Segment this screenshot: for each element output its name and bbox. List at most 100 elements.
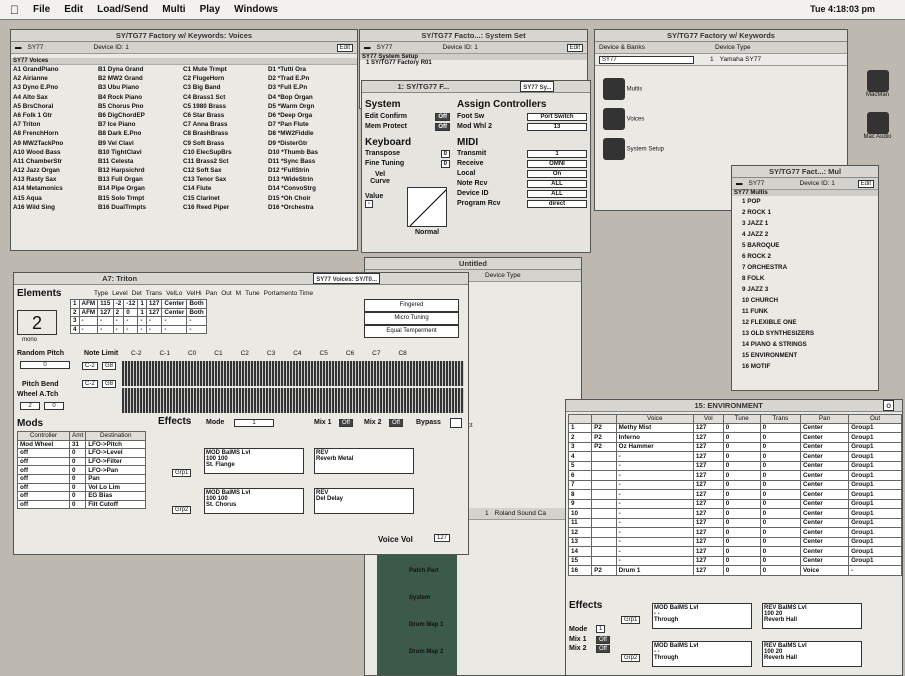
voice-cell[interactable]: 0	[722, 422, 761, 434]
voice-item[interactable]: C2 FlugeHorn	[183, 75, 268, 84]
rev-effect-block[interactable]: REV Del Delay	[314, 488, 414, 514]
element-cell[interactable]: Both	[186, 307, 207, 318]
voice-cell[interactable]: Group1	[848, 536, 902, 548]
voice-cell[interactable]: Group1	[848, 432, 902, 443]
voice-item[interactable]: C5 1980 Brass	[183, 103, 268, 112]
mod-cell[interactable]: LFO->Pitch	[85, 439, 147, 450]
voice-cell[interactable]: Center	[799, 508, 850, 519]
transmit-select[interactable]: 1	[527, 150, 587, 158]
voice-item[interactable]: D4 *Bop Organ	[268, 94, 353, 103]
voice-cell[interactable]: 0	[759, 479, 801, 491]
voice-cell[interactable]: 127	[692, 498, 724, 510]
voice-row[interactable]: 14-127 0 0 Center Group1	[567, 546, 902, 557]
edit-button[interactable]: Edit	[336, 43, 353, 52]
voice-cell[interactable]: Group1	[848, 470, 902, 481]
mod-cell[interactable]: Mod Wheel	[17, 439, 70, 450]
mod-effect-block[interactable]: MOD BalMS Lvl 100 100 St. Chorus	[204, 488, 304, 514]
voice-cell[interactable]: 0	[759, 470, 801, 481]
voice-cell[interactable]: 127	[692, 479, 724, 491]
voice-cell[interactable]: 0	[759, 555, 801, 567]
voice-cell[interactable]: Center	[799, 479, 850, 491]
multi-list-item[interactable]: 2 ROCK 1	[742, 207, 878, 218]
voice-item[interactable]: D15 *Oh Choir	[268, 195, 353, 204]
bypass-checkbox[interactable]	[450, 418, 462, 428]
element-cell[interactable]: -	[186, 316, 207, 326]
mod-cell[interactable]: off	[17, 482, 70, 493]
effect-mode-select[interactable]: 1	[596, 625, 606, 633]
value-field[interactable]: -	[365, 200, 373, 208]
multi-list-item[interactable]: 6 ROCK 2	[742, 251, 878, 262]
voice-cell[interactable]: Inferno	[615, 432, 694, 443]
element-row[interactable]: 1 AFM 115 -2 -12 1 127 Center Both	[70, 299, 207, 309]
fine-tuning-field[interactable]: 0	[440, 160, 450, 168]
multi-list-item[interactable]: 15 ENVIRONMENT	[742, 350, 878, 361]
voice-item[interactable]: A8 FrenchHorn	[13, 130, 98, 139]
rev-type[interactable]: Reverb Hall	[764, 617, 797, 623]
window-title[interactable]: Untitled	[365, 258, 581, 270]
voice-row[interactable]: 11-127 0 0 Center Group1	[567, 517, 902, 529]
rev-effect-block[interactable]: REV BalMS Lvl 100 20 Reverb Hall	[762, 641, 862, 667]
element-cell[interactable]: AFM	[78, 307, 99, 318]
note-limit-high-2[interactable]: G8	[102, 380, 117, 388]
voice-row[interactable]: 1 P2 Methy Mist 127 0 0 Center Group1	[567, 422, 902, 434]
element-cell[interactable]: -	[112, 324, 125, 335]
voice-cell[interactable]: 127	[692, 508, 724, 519]
receive-select[interactable]: OMNI	[527, 160, 587, 168]
voice-cell[interactable]: 127	[692, 527, 724, 538]
voice-item[interactable]: A10 Wood Bass	[13, 149, 98, 158]
voice-row[interactable]: 13-127 0 0 Center Group1	[567, 536, 902, 548]
mod-cell[interactable]: off	[17, 491, 70, 501]
voice-cell[interactable]: -	[615, 536, 694, 548]
element-cell[interactable]: -	[161, 316, 188, 326]
mod-effect-block[interactable]: MOD BalMS Lvl 100 100 St. Flange	[204, 448, 304, 474]
mod-cell[interactable]: off	[17, 465, 70, 475]
mod-cell[interactable]: 0	[68, 482, 87, 493]
element-cell[interactable]: -2	[112, 299, 125, 309]
voice-item[interactable]: D8 *MW2Fiddle	[268, 130, 353, 139]
window-title[interactable]: SY/TG77 Fact...: Mul	[732, 166, 878, 178]
element-cell[interactable]: -12	[123, 299, 139, 309]
side-item-patch-part[interactable]: Patch Part	[409, 558, 443, 585]
voice-cell[interactable]: 0	[759, 508, 801, 519]
mod-cell[interactable]: Pan	[85, 473, 147, 484]
voice-row[interactable]: 6-127 0 0 Center Group1	[567, 470, 902, 481]
window-title[interactable]: 15: ENVIRONMENT O	[566, 400, 902, 412]
edit-button[interactable]: Edit	[566, 43, 583, 52]
voice-cell[interactable]: 127	[692, 432, 724, 443]
voice-cell[interactable]: 0	[722, 498, 761, 510]
voice-item[interactable]: C10 ElecSupBrs	[183, 149, 268, 158]
element-cell[interactable]: 1	[137, 307, 147, 318]
voice-cell[interactable]: 127	[692, 451, 724, 462]
folder-item-multis[interactable]: Multis	[603, 78, 664, 108]
voice-cell[interactable]: Center	[799, 489, 850, 500]
menu-play[interactable]: Play	[200, 4, 221, 15]
group2-button[interactable]: Grp2	[172, 506, 192, 514]
mod-row[interactable]: off 0 EG Bias	[17, 491, 147, 501]
element-cell[interactable]: 0	[123, 307, 139, 318]
voice-cell[interactable]: Center	[799, 517, 850, 529]
mod-type[interactable]: St. Flange	[206, 462, 235, 468]
mix2-toggle[interactable]: Off	[596, 645, 610, 653]
element-cell[interactable]: -	[97, 324, 114, 335]
voice-item[interactable]: C9 Soft Brass	[183, 140, 268, 149]
voice-item[interactable]: B9 Vel Clavi	[98, 140, 183, 149]
window-title[interactable]: SY/TG77 Factory w/ Keywords	[595, 30, 847, 42]
voice-item[interactable]: D5 *Warm Orgn	[268, 103, 353, 112]
note-rcv-select[interactable]: ALL	[527, 180, 587, 188]
mod-cell[interactable]: off	[17, 473, 70, 484]
multi-list-item[interactable]: 16 MOTIF	[742, 361, 878, 372]
voice-cell[interactable]: 127	[692, 460, 724, 472]
voice-row[interactable]: 12-127 0 0 Center Group1	[567, 527, 902, 538]
voice-item[interactable]: B11 Celesta	[98, 158, 183, 167]
voice-item[interactable]: C11 Brass2 Sct	[183, 158, 268, 167]
menu-edit[interactable]: Edit	[64, 4, 83, 15]
voice-row[interactable]: 2 P2 Inferno 127 0 0 Center Group1	[567, 432, 902, 443]
group1-button[interactable]: Grp1	[172, 469, 192, 477]
voice-cell[interactable]: Center	[799, 546, 850, 557]
voice-cell[interactable]: -	[615, 508, 694, 519]
voice-cell[interactable]: -	[615, 460, 694, 472]
voice-cell[interactable]: Center	[799, 527, 850, 538]
voice-cell[interactable]: 0	[759, 451, 801, 462]
element-cell[interactable]: -	[161, 324, 188, 335]
voice-item[interactable]: D1 *Tutti Ora	[268, 66, 353, 75]
